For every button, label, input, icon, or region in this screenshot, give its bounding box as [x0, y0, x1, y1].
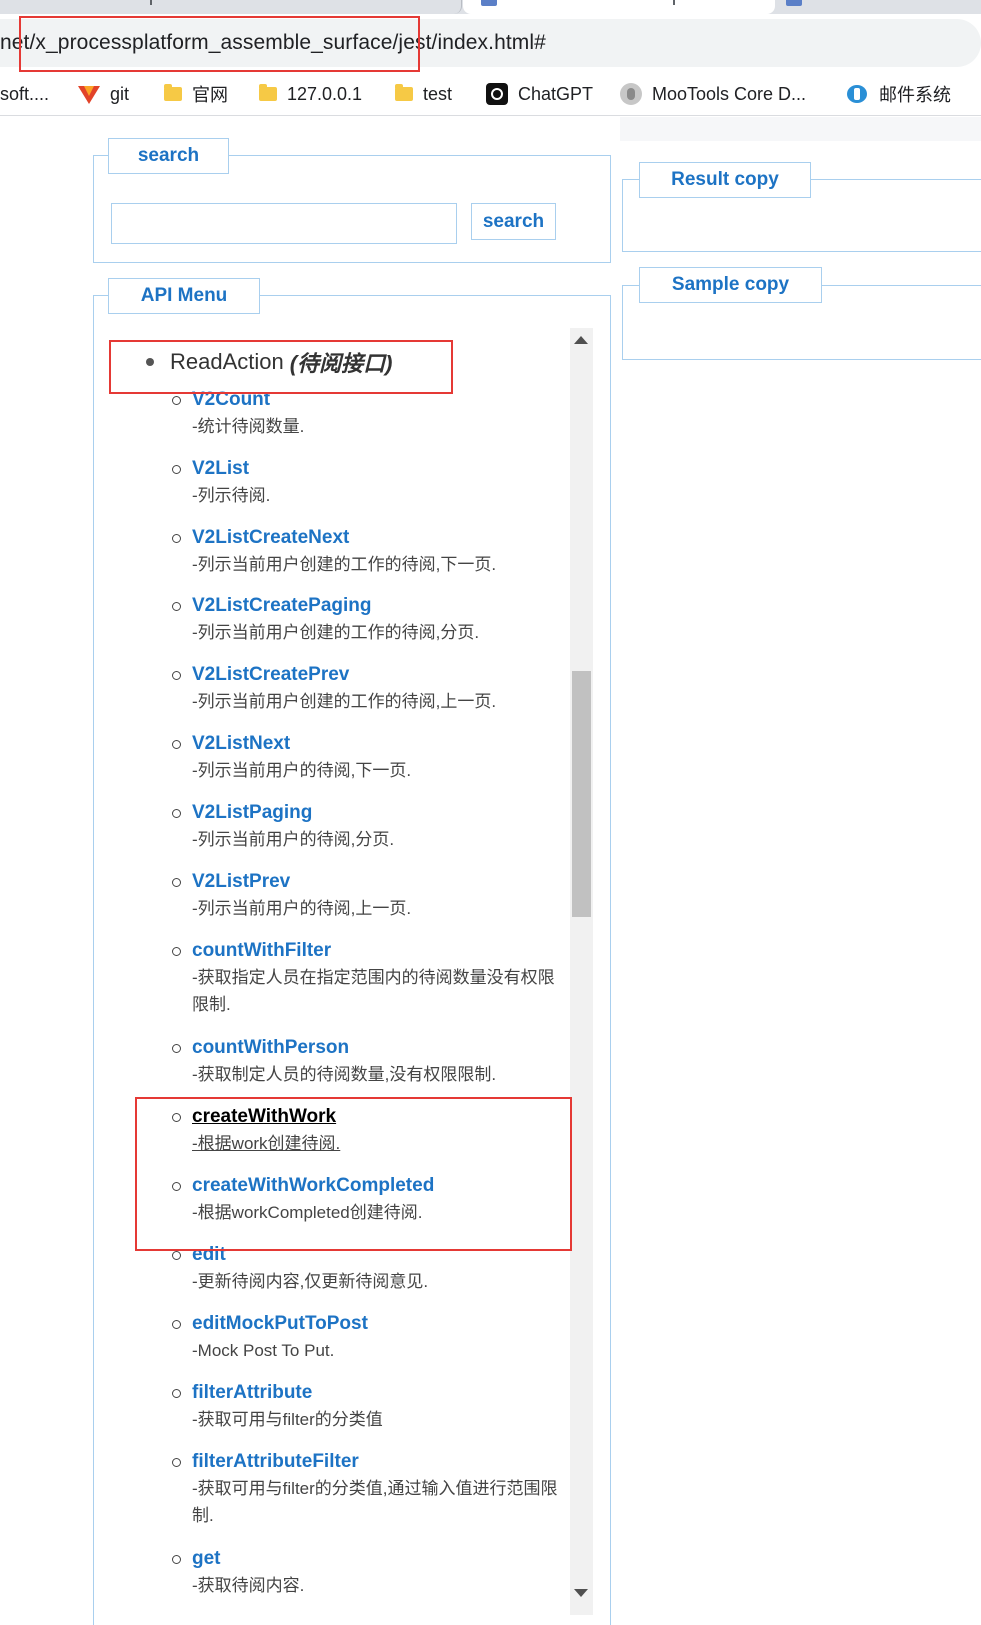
result-copy-legend[interactable]: Result copy: [639, 162, 811, 198]
circle-bullet-icon: [172, 1555, 181, 1564]
api-item-name[interactable]: countWithPerson: [192, 1034, 349, 1062]
bookmark-soft[interactable]: soft....: [0, 72, 49, 116]
api-item-desc: -获取待阅内容.: [192, 1576, 305, 1595]
browser-tab[interactable]: [0, 0, 462, 14]
folder-icon: [259, 84, 277, 101]
chatgpt-icon: [486, 83, 508, 105]
search-legend: search: [108, 138, 229, 174]
api-item-desc: -获取可用与filter的分类值,通过输入值进行范围限制.: [192, 1479, 558, 1525]
api-item-desc: -更新待阅内容,仅更新待阅意见.: [192, 1272, 429, 1291]
api-item-desc: -Mock Post To Put.: [192, 1341, 335, 1360]
bookmark-label: git: [110, 83, 130, 104]
tab-separator: [150, 0, 152, 5]
folder-icon: [395, 84, 413, 101]
api-item-desc: -列示当前用户的待阅,上一页.: [192, 899, 412, 918]
api-item-name[interactable]: V2ListCreateNext: [192, 524, 349, 552]
url-highlight-box: [19, 16, 420, 72]
circle-bullet-icon: [172, 396, 181, 405]
circle-bullet-icon: [172, 1320, 181, 1329]
api-item-desc: -获取制定人员的待阅数量,没有权限限制.: [192, 1065, 497, 1084]
api-item-name[interactable]: get: [192, 1545, 221, 1573]
bookmark-label: test: [423, 83, 453, 104]
circle-bullet-icon: [172, 465, 181, 474]
bookmark-label: 邮件系统: [879, 85, 951, 105]
bookmark-localhost[interactable]: 127.0.0.1: [259, 72, 362, 116]
browser-tab-strip: [0, 0, 981, 14]
circle-bullet-icon: [172, 1044, 181, 1053]
browser-tab[interactable]: [776, 0, 981, 14]
search-button[interactable]: search: [471, 203, 556, 240]
scroll-up-arrow-icon[interactable]: [574, 336, 588, 344]
api-menu-legend: API Menu: [108, 278, 260, 314]
bookmark-mootools[interactable]: MooTools Core D...: [620, 72, 806, 116]
bookmarks-bar: soft.... git 官网 127.0.0.1 test ChatGPT M…: [0, 72, 981, 116]
api-item-desc: -获取可用与filter的分类值: [192, 1410, 383, 1429]
api-item-name[interactable]: V2ListNext: [192, 730, 290, 758]
bookmark-test[interactable]: test: [395, 72, 452, 116]
bookmark-chatgpt[interactable]: ChatGPT: [486, 72, 593, 116]
circle-bullet-icon: [172, 534, 181, 543]
api-item-desc: -获取指定人员在指定范围内的待阅数量没有权限限制.: [192, 968, 555, 1014]
readaction-highlight-box: [109, 340, 453, 394]
api-item-name[interactable]: V2ListPrev: [192, 868, 290, 896]
address-bar: net/x_processplatform_assemble_surface/j…: [0, 14, 981, 72]
create-with-work-highlight-box: [135, 1097, 572, 1251]
circle-bullet-icon: [172, 1458, 181, 1467]
api-item-name[interactable]: V2ListPaging: [192, 799, 312, 827]
api-item-name[interactable]: filterAttributeFilter: [192, 1448, 359, 1476]
scroll-down-arrow-icon[interactable]: [574, 1589, 588, 1597]
gitlab-icon: [78, 84, 100, 104]
api-item-name[interactable]: V2ListCreatePaging: [192, 592, 372, 620]
bookmark-official-site[interactable]: 官网: [164, 72, 228, 116]
circle-bullet-icon: [172, 878, 181, 887]
tab-separator: [673, 0, 675, 5]
api-item-desc: -列示当前用户创建的工作的待阅,下一页.: [192, 555, 497, 574]
bookmark-git[interactable]: git: [78, 72, 129, 116]
api-item-name[interactable]: editMockPutToPost: [192, 1310, 368, 1338]
api-item-desc: -统计待阅数量.: [192, 417, 305, 436]
browser-tab-active[interactable]: [463, 0, 775, 14]
api-item-desc: -列示当前用户的待阅,分页.: [192, 830, 395, 849]
api-item-name[interactable]: V2ListCreatePrev: [192, 661, 349, 689]
bookmark-mail[interactable]: 邮件系统: [845, 72, 951, 116]
circle-bullet-icon: [172, 1389, 181, 1398]
bookmark-label: soft....: [0, 83, 50, 104]
api-item-desc: -列示当前用户的待阅,下一页.: [192, 761, 412, 780]
mootools-icon: [620, 83, 642, 105]
api-item-desc: -列示当前用户创建的工作的待阅,上一页.: [192, 692, 497, 711]
search-input[interactable]: [111, 203, 457, 244]
api-menu-list[interactable]: ReadAction (待阅接口) V2Count -统计待阅数量. V2Lis…: [97, 328, 593, 1615]
bookmark-label: ChatGPT: [518, 83, 594, 104]
mail-icon: [845, 83, 869, 105]
circle-bullet-icon: [172, 1251, 181, 1260]
bookmark-label: 127.0.0.1: [287, 83, 363, 104]
circle-bullet-icon: [172, 947, 181, 956]
circle-bullet-icon: [172, 602, 181, 611]
api-item-name[interactable]: filterAttribute: [192, 1379, 312, 1407]
api-item-name[interactable]: countWithFilter: [192, 937, 331, 965]
api-menu-scrollbar[interactable]: [570, 328, 593, 1615]
api-item-desc: -列示当前用户创建的工作的待阅,分页.: [192, 623, 480, 642]
page-background-strip: [620, 117, 981, 141]
bookmark-label: 官网: [192, 85, 228, 105]
circle-bullet-icon: [172, 671, 181, 680]
api-item-name[interactable]: V2List: [192, 455, 249, 483]
api-item-desc: -列示待阅.: [192, 486, 271, 505]
folder-icon: [164, 84, 182, 101]
page-favicon-icon: [481, 0, 497, 6]
sample-copy-legend[interactable]: Sample copy: [639, 267, 822, 303]
page-favicon-icon: [786, 0, 802, 6]
scroll-thumb[interactable]: [572, 671, 591, 917]
circle-bullet-icon: [172, 809, 181, 818]
circle-bullet-icon: [172, 740, 181, 749]
bookmark-label: MooTools Core D...: [652, 83, 807, 104]
